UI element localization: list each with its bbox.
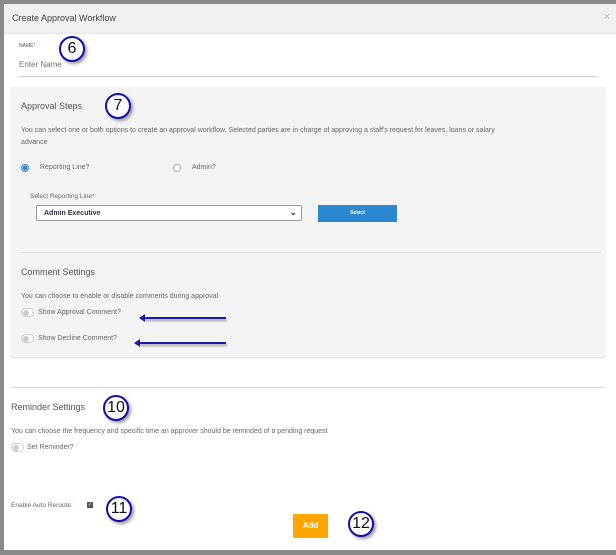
set-reminder-label: Set Reminder? [27, 444, 74, 451]
modal-header: Create Approval Workflow × [4, 4, 616, 34]
reporting-line-select[interactable]: Admin Executive ⌄ [36, 205, 302, 221]
name-label-text: NAME [19, 43, 34, 49]
comment-settings-heading: Comment Settings [21, 267, 96, 277]
create-approval-workflow-modal: Create Approval Workflow × NAME* Approva… [4, 4, 616, 550]
admin-radio[interactable] [173, 164, 181, 172]
modal-title: Create Approval Workflow [12, 13, 116, 23]
show-approval-comment-label: Show Approval Comment? [38, 309, 121, 316]
select-reporting-line-label: Select Reporting Line* [30, 193, 95, 200]
reporting-line-label[interactable]: Reporting Line? [40, 164, 89, 171]
annotation-marker: 12 [348, 511, 374, 537]
name-underline [19, 76, 597, 77]
show-decline-comment-label: Show Decline Comment? [38, 335, 117, 342]
show-decline-comment-toggle[interactable] [21, 334, 34, 343]
name-label: NAME* [19, 43, 35, 49]
annotation-arrow-icon [134, 339, 226, 347]
annotation-marker: 6 [59, 36, 85, 62]
annotation-arrow-icon [139, 314, 226, 322]
chevron-down-icon: ⌄ [289, 207, 297, 217]
show-approval-comment-toggle[interactable] [21, 308, 34, 317]
add-button[interactable]: Add [293, 514, 328, 538]
annotation-marker: 7 [105, 93, 131, 119]
reminder-settings-description: You can choose the frequency and specifi… [11, 428, 328, 435]
required-mark: * [92, 193, 95, 200]
approval-panel: Approval Steps You can select one or bot… [11, 87, 605, 357]
admin-label[interactable]: Admin? [192, 164, 216, 171]
set-reminder-toggle[interactable] [11, 443, 24, 452]
select-value: Admin Executive [44, 210, 101, 217]
auto-reroute-label: Enable Auto Reroute: [11, 502, 73, 509]
comment-settings-description: You can choose to enable or disable comm… [21, 293, 219, 300]
divider [21, 252, 601, 253]
required-mark: * [33, 43, 36, 49]
auto-reroute-checkbox[interactable]: ✓ [87, 502, 93, 508]
annotation-marker: 10 [103, 395, 129, 421]
select-reporting-line-text: Select Reporting Line [30, 193, 93, 200]
select-button[interactable]: Select [318, 205, 397, 222]
approval-steps-heading: Approval Steps [21, 101, 83, 111]
divider [11, 387, 605, 388]
reporting-line-radio[interactable] [21, 164, 29, 172]
approval-steps-description: You can select one or both options to cr… [21, 127, 495, 134]
annotation-marker: 11 [106, 496, 132, 522]
reminder-settings-heading: Reminder Settings [11, 402, 86, 412]
close-icon[interactable]: × [604, 11, 610, 23]
approval-steps-description-cont: advance [21, 139, 48, 146]
name-input[interactable] [19, 60, 597, 69]
